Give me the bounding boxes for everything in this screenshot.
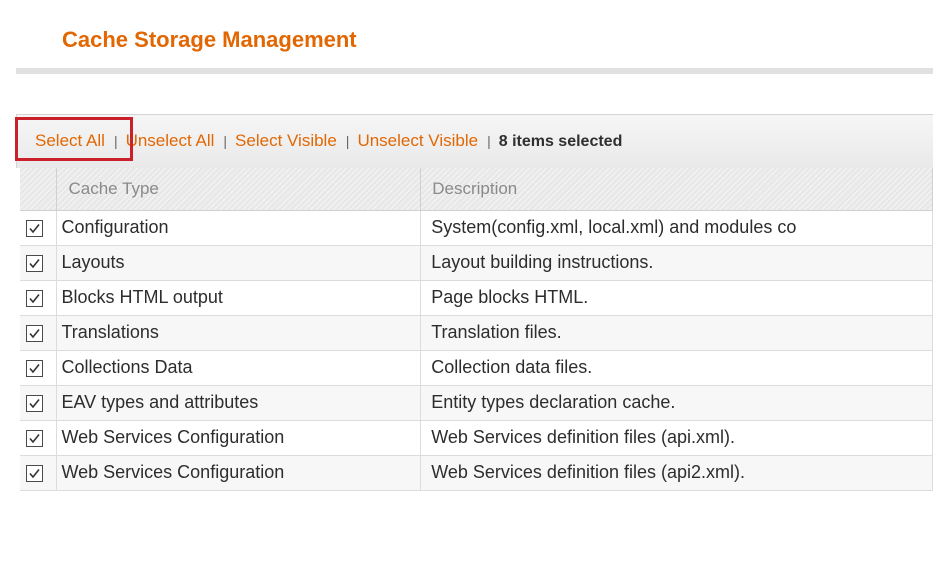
- table-row[interactable]: EAV types and attributes Entity types de…: [20, 385, 933, 421]
- cell-cache-type: Layouts: [56, 245, 422, 281]
- cell-description: Web Services definition files (api2.xml)…: [420, 455, 933, 491]
- select-visible-link[interactable]: Select Visible: [235, 131, 337, 150]
- checkbox-checked-icon[interactable]: [26, 464, 43, 482]
- cell-description: Entity types declaration cache.: [420, 385, 933, 421]
- table-row[interactable]: Configuration System(config.xml, local.x…: [20, 210, 933, 246]
- checkbox-checked-icon[interactable]: [26, 254, 43, 272]
- checkbox-checked-icon[interactable]: [26, 289, 43, 307]
- massaction-bar: Select All | Unselect All | Select Visible | U…: [16, 114, 933, 168]
- title-divider: [16, 68, 933, 74]
- grid-body: Configuration System(config.xml, local.x…: [20, 210, 933, 491]
- cell-cache-type: Configuration: [56, 210, 422, 246]
- cell-cache-type: Translations: [56, 315, 422, 351]
- table-row[interactable]: Collections Data Collection data files.: [20, 350, 933, 386]
- cache-grid: Cache Type Description Configuration Sys…: [20, 168, 933, 491]
- cell-description: System(config.xml, local.xml) and module…: [420, 210, 933, 246]
- column-header-description[interactable]: Description: [420, 168, 933, 211]
- checkbox-checked-icon[interactable]: [26, 359, 43, 377]
- checkbox-checked-icon[interactable]: [26, 394, 43, 412]
- table-row[interactable]: Web Services Configuration Web Services …: [20, 455, 933, 491]
- unselect-visible-link[interactable]: Unselect Visible: [357, 131, 478, 150]
- cell-cache-type: Web Services Configuration: [56, 455, 422, 491]
- cell-description: Layout building instructions.: [420, 245, 933, 281]
- table-row[interactable]: Blocks HTML output Page blocks HTML.: [20, 280, 933, 316]
- column-header-cache-type[interactable]: Cache Type: [56, 168, 422, 211]
- header-checkbox-column: [20, 168, 58, 211]
- cell-description: Translation files.: [420, 315, 933, 351]
- massaction-separator: |: [223, 133, 228, 149]
- cell-cache-type: Blocks HTML output: [56, 280, 422, 316]
- massaction-separator: |: [487, 133, 491, 149]
- cell-description: Page blocks HTML.: [420, 280, 933, 316]
- page-title: Cache Storage Management: [62, 27, 357, 52]
- cell-description: Collection data files.: [420, 350, 933, 386]
- cell-description: Web Services definition files (api.xml).: [420, 420, 933, 456]
- cell-cache-type: Collections Data: [56, 350, 422, 386]
- select-all-highlight: [15, 117, 133, 161]
- table-row[interactable]: Web Services Configuration Web Services …: [20, 420, 933, 456]
- massaction-separator: |: [345, 133, 350, 149]
- checkbox-checked-icon[interactable]: [26, 219, 43, 237]
- grid-header-row: Cache Type Description: [20, 168, 933, 211]
- cell-cache-type: EAV types and attributes: [56, 385, 422, 421]
- cell-cache-type: Web Services Configuration: [56, 420, 422, 456]
- checkbox-checked-icon[interactable]: [26, 324, 43, 342]
- checkbox-checked-icon[interactable]: [26, 429, 43, 447]
- table-row[interactable]: Translations Translation files.: [20, 315, 933, 351]
- cache-management-page: Cache Storage Management Select All | Unse…: [0, 0, 933, 576]
- table-row[interactable]: Layouts Layout building instructions.: [20, 245, 933, 281]
- items-selected-count: 8 items selected: [498, 133, 623, 150]
- unselect-all-link[interactable]: Unselect All: [126, 131, 215, 150]
